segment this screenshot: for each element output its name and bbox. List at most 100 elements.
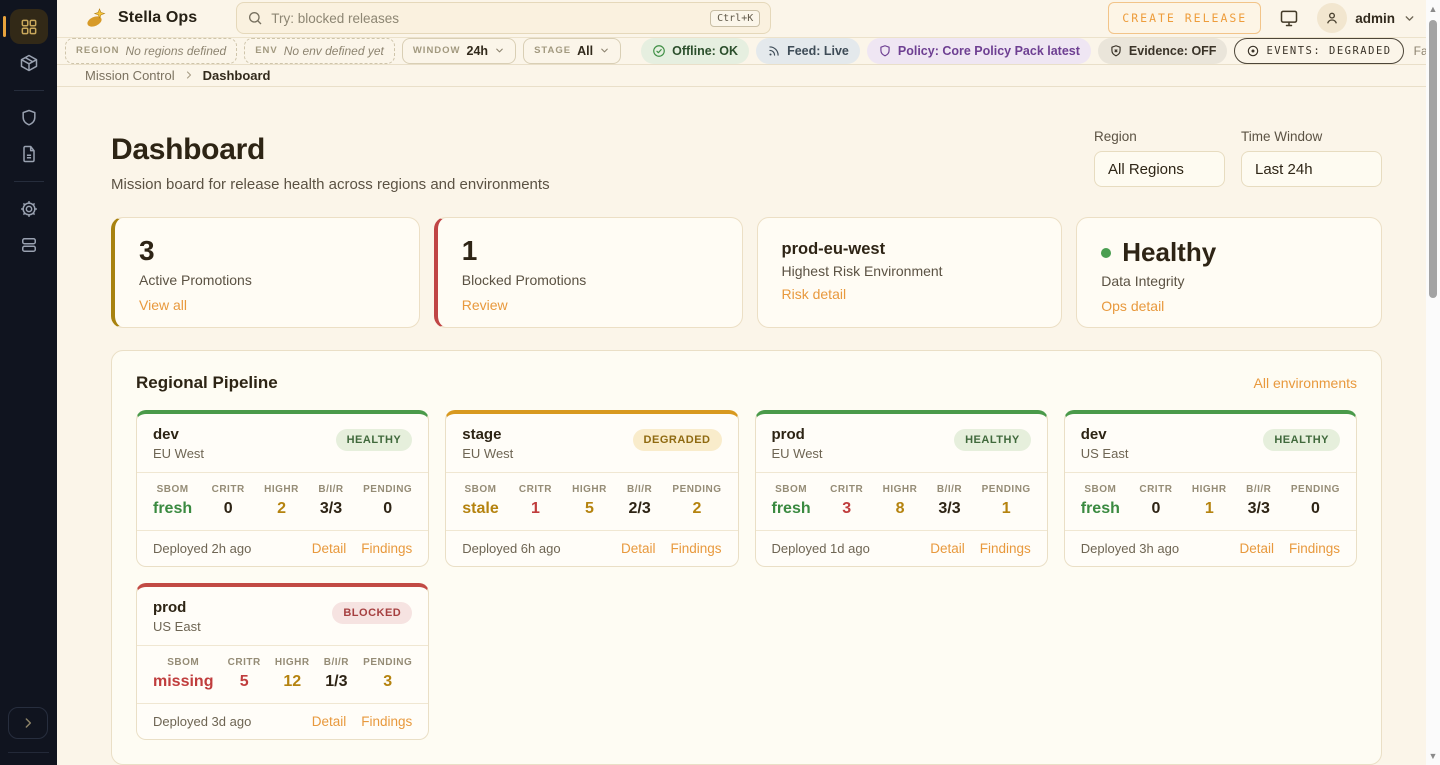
env-region: EU West xyxy=(153,446,204,461)
user-menu[interactable]: admin xyxy=(1317,3,1416,33)
time-window-select[interactable]: Last 24h xyxy=(1241,151,1382,187)
detail-link[interactable]: Detail xyxy=(930,541,965,556)
feed-status-pill[interactable]: Feed: Live xyxy=(756,38,860,64)
bir-value: 2/3 xyxy=(627,500,652,518)
window-filter-chip[interactable]: WINDOW 24h xyxy=(402,38,516,64)
chip-label: ENV xyxy=(255,45,278,56)
bir-value: 3/3 xyxy=(937,500,962,518)
shield-x-icon xyxy=(1109,44,1123,58)
bir-value: 3/3 xyxy=(318,500,343,518)
scroll-up-arrow[interactable]: ▲ xyxy=(1426,2,1440,16)
create-release-button[interactable]: CREATE RELEASE xyxy=(1108,2,1261,34)
breadcrumb-mission-control[interactable]: Mission Control xyxy=(85,68,175,83)
stat-col-label: B/I/R xyxy=(1246,484,1271,495)
env-card-dev-eu-west: dev EU West HEALTHY SBOMfresh CRITR0 HIG… xyxy=(136,410,429,567)
stat-col-label: CRITR xyxy=(1139,484,1172,495)
highr-value: 5 xyxy=(572,500,607,518)
risk-detail-link[interactable]: Risk detail xyxy=(782,286,847,302)
policy-status-pill[interactable]: Policy: Core Policy Pack latest xyxy=(867,38,1091,64)
region-select[interactable]: All Regions xyxy=(1094,151,1225,187)
findings-link[interactable]: Findings xyxy=(361,714,412,729)
offline-status-pill[interactable]: Offline: OK xyxy=(641,38,749,64)
highr-value: 1 xyxy=(1192,500,1227,518)
document-icon xyxy=(19,144,39,164)
findings-link[interactable]: Findings xyxy=(670,541,721,556)
stat-label: Highest Risk Environment xyxy=(782,263,1038,279)
env-region: US East xyxy=(1081,446,1129,461)
review-link[interactable]: Review xyxy=(462,297,508,313)
vertical-scrollbar[interactable]: ▲ ▼ xyxy=(1426,0,1440,765)
pending-value: 0 xyxy=(1291,500,1340,518)
stat-col-label: PENDING xyxy=(363,484,412,495)
sidebar-expand-button[interactable] xyxy=(8,707,48,739)
stat-col-label: HIGHR xyxy=(883,484,918,495)
sidebar-item-dashboard[interactable] xyxy=(10,9,48,44)
region-filter-label: Region xyxy=(1094,129,1225,144)
findings-link[interactable]: Findings xyxy=(361,541,412,556)
highest-risk-card: prod-eu-west Highest Risk Environment Ri… xyxy=(757,217,1063,328)
search-shortcut: Ctrl+K xyxy=(710,10,760,27)
status-badge: HEALTHY xyxy=(1263,429,1340,451)
detail-link[interactable]: Detail xyxy=(1239,541,1274,556)
shield-icon xyxy=(878,44,892,58)
detail-link[interactable]: Detail xyxy=(312,714,347,729)
chip-label: STAGE xyxy=(534,45,571,56)
pill-label: Evidence: OFF xyxy=(1129,44,1217,58)
stat-col-label: CRITR xyxy=(212,484,245,495)
app-root: Stella Ops Ctrl+K CREATE RELEASE admin xyxy=(0,0,1440,765)
env-region: EU West xyxy=(462,446,513,461)
stage-filter-chip[interactable]: STAGE All xyxy=(523,38,621,64)
sidebar-item-infrastructure[interactable] xyxy=(10,227,48,262)
region-filter-chip[interactable]: REGION No regions defined xyxy=(65,38,237,64)
brand: Stella Ops xyxy=(85,6,197,30)
regional-pipeline-panel: Regional Pipeline All environments dev E… xyxy=(111,350,1382,765)
all-environments-link[interactable]: All environments xyxy=(1254,375,1358,391)
findings-link[interactable]: Findings xyxy=(980,541,1031,556)
sidebar-item-documents[interactable] xyxy=(10,136,48,171)
detail-link[interactable]: Detail xyxy=(312,541,347,556)
sidebar-item-policy[interactable] xyxy=(10,100,48,135)
critr-value: 0 xyxy=(212,500,245,518)
sbom-value: fresh xyxy=(1081,500,1120,518)
pill-label: Offline: OK xyxy=(672,44,738,58)
region-filter: Region All Regions xyxy=(1094,129,1225,187)
env-card-prod-eu-west: prod EU West HEALTHY SBOMfresh CRITR3 HI… xyxy=(755,410,1048,567)
chip-value: No regions defined xyxy=(125,44,226,58)
evidence-status-pill[interactable]: Evidence: OFF xyxy=(1098,38,1228,64)
stat-card-row: 3 Active Promotions View all 1 Blocked P… xyxy=(111,217,1382,328)
stat-col-label: SBOM xyxy=(462,484,498,495)
display-mode-button[interactable] xyxy=(1279,8,1299,28)
search-input[interactable] xyxy=(271,11,702,26)
stat-col-label: SBOM xyxy=(772,484,811,495)
global-search[interactable]: Ctrl+K xyxy=(236,2,771,34)
stat-col-label: HIGHR xyxy=(264,484,299,495)
stat-col-label: CRITR xyxy=(228,657,261,668)
view-all-link[interactable]: View all xyxy=(139,297,187,313)
ops-detail-link[interactable]: Ops detail xyxy=(1101,298,1164,314)
detail-link[interactable]: Detail xyxy=(621,541,656,556)
events-status-pill[interactable]: EVENTS: DEGRADED xyxy=(1234,38,1403,64)
env-name: prod xyxy=(153,599,201,616)
person-icon xyxy=(1324,10,1340,26)
scroll-down-arrow[interactable]: ▼ xyxy=(1426,749,1440,763)
findings-link[interactable]: Findings xyxy=(1289,541,1340,556)
stat-col-label: CRITR xyxy=(519,484,552,495)
sidebar-item-settings[interactable] xyxy=(10,191,48,226)
status-badge: DEGRADED xyxy=(633,429,722,451)
sidebar-item-releases[interactable] xyxy=(10,45,48,80)
main-area: Stella Ops Ctrl+K CREATE RELEASE admin xyxy=(57,0,1440,765)
stat-col-label: B/I/R xyxy=(627,484,652,495)
env-card-stage-eu-west: stage EU West DEGRADED SBOMstale CRITR1 … xyxy=(445,410,738,567)
env-filter-chip[interactable]: ENV No env defined yet xyxy=(244,38,395,64)
sbom-value: missing xyxy=(153,673,213,691)
pending-value: 2 xyxy=(672,500,721,518)
stat-value: 3 xyxy=(139,235,395,267)
env-name: prod xyxy=(772,426,823,443)
stat-col-label: HIGHR xyxy=(1192,484,1227,495)
scrollbar-thumb[interactable] xyxy=(1429,20,1437,298)
stat-value: 1 xyxy=(462,235,718,267)
stat-value: prod-eu-west xyxy=(782,240,1038,259)
pending-value: 0 xyxy=(363,500,412,518)
chevron-down-icon xyxy=(494,45,505,56)
stat-col-label: B/I/R xyxy=(937,484,962,495)
